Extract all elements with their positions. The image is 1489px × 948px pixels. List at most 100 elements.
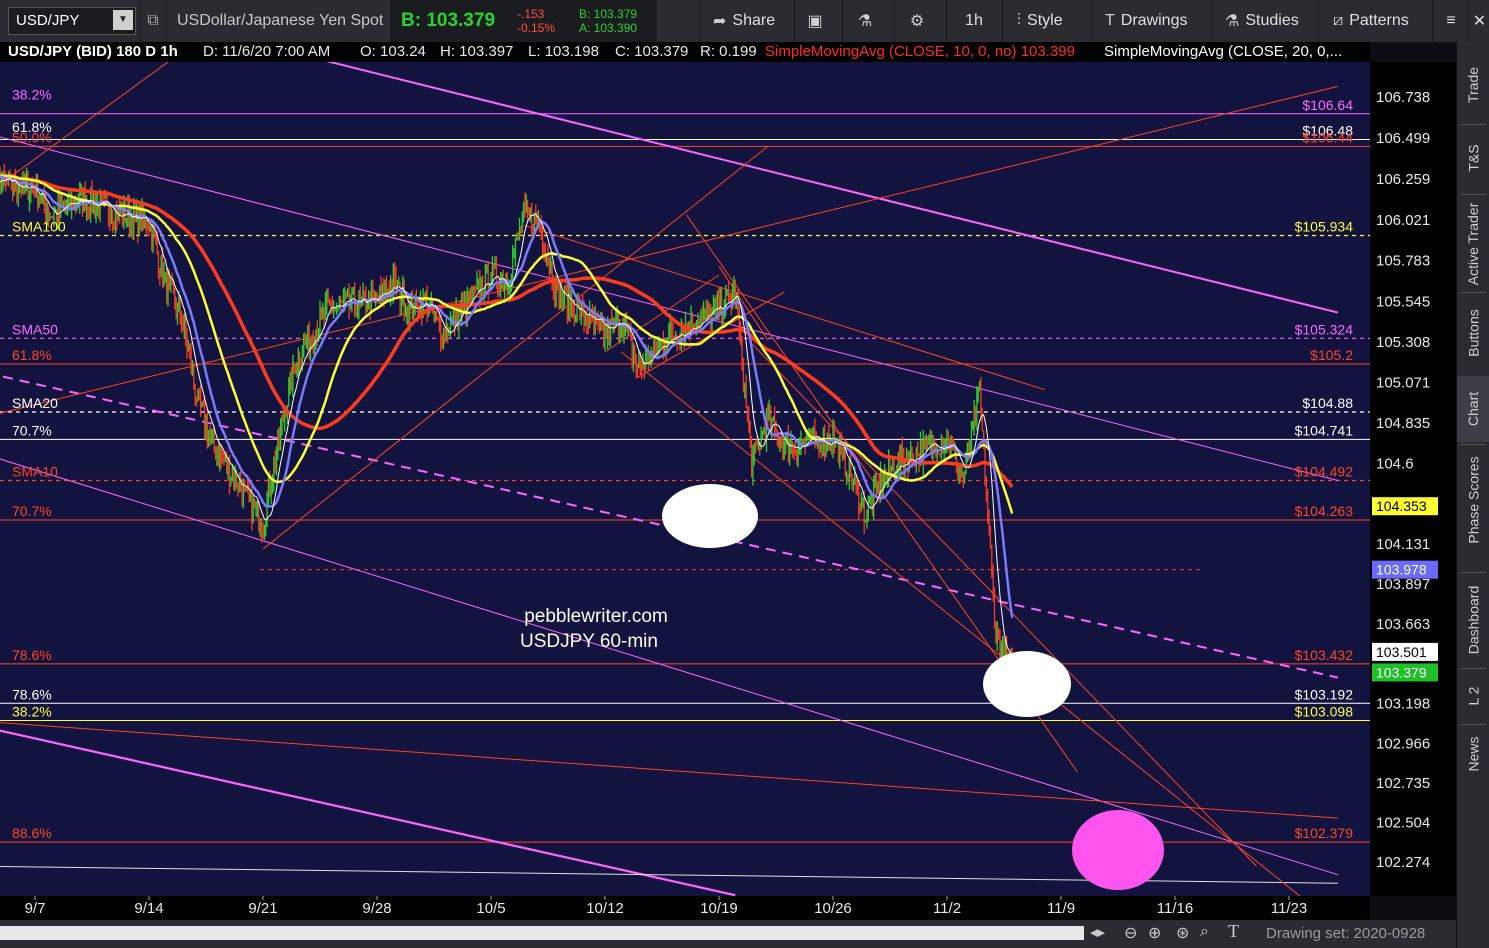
- flask-button[interactable]: ⚗: [842, 0, 893, 42]
- zoom-fit-icon[interactable]: ⊛: [1176, 923, 1189, 943]
- period-button[interactable]: 1h: [946, 0, 1001, 42]
- close-icon: ✕: [1472, 13, 1487, 30]
- price-tick-label: 106.021: [1376, 212, 1430, 229]
- highlight-ellipse: [662, 484, 758, 548]
- chart-title: USD/JPY (BID) 180 D 1h: [8, 43, 178, 60]
- price-label-right: $103.098: [1295, 703, 1354, 719]
- fib-label-left: SMA20: [12, 395, 58, 411]
- target-ellipse: [1072, 810, 1164, 890]
- gear-icon: ⚙: [909, 13, 925, 30]
- fib-label-left: 38.2%: [12, 87, 52, 103]
- date-info: D: 11/6/20 7:00 AM: [203, 43, 330, 60]
- watermark-site: pebblewriter.com: [524, 606, 668, 627]
- open-label: O:: [360, 43, 376, 60]
- price-label-right: $106.64: [1302, 97, 1353, 113]
- tab-buttons[interactable]: Buttons: [1457, 294, 1489, 372]
- tab-chart[interactable]: Chart: [1457, 376, 1489, 442]
- price-tick-label: 102.966: [1376, 735, 1430, 752]
- bottom-bar: ◂▸ ⊖ ⊕ ⊛ ⌕ T Drawing set: 2020-0928: [0, 920, 1456, 948]
- drawing-set-label: Drawing set: 2020-0928: [1266, 925, 1426, 942]
- tab-dashboard-label: Dashboard: [1465, 585, 1482, 655]
- tab-times-sales[interactable]: T&S: [1457, 126, 1489, 190]
- sma10-label: SimpleMovingAvg (CLOSE, 10, 0, no): [765, 43, 1017, 60]
- price-tick-label: 103.198: [1376, 696, 1430, 713]
- sma20-info: SimpleMovingAvg (CLOSE, 20, 0,...: [1104, 43, 1343, 60]
- chart-settings-button[interactable]: ▣: [794, 0, 841, 42]
- share-button[interactable]: ➦ Share: [700, 0, 805, 42]
- price-axis[interactable]: 106.738 106.499 106.259 106.021 105.783 105.5…: [1370, 62, 1456, 896]
- tab-active-trader[interactable]: Active Trader: [1457, 196, 1489, 292]
- range-value: 0.199: [719, 43, 757, 60]
- sma10-info: SimpleMovingAvg (CLOSE, 10, 0, no) 103.3…: [765, 43, 1075, 60]
- date-label: D:: [203, 43, 218, 60]
- link-icon[interactable]: ⧉: [140, 0, 165, 42]
- trend-line: [0, 85, 1338, 414]
- tab-news[interactable]: News: [1457, 726, 1489, 782]
- highlight-ellipse: [983, 651, 1071, 717]
- text-tool-icon[interactable]: T: [1228, 921, 1239, 942]
- price-tick-label: 106.499: [1376, 130, 1430, 147]
- time-tick-label: 10/12: [586, 900, 624, 917]
- tab-level2[interactable]: L 2: [1457, 670, 1489, 722]
- drawings-button[interactable]: T Drawings: [1092, 0, 1223, 42]
- bid-small: B: 103.379: [579, 7, 638, 21]
- low-info: L: 103.198: [528, 43, 599, 60]
- price-tick-label: 102.735: [1376, 775, 1430, 792]
- divider: [1461, 292, 1486, 293]
- menu-button[interactable]: ≡: [1432, 0, 1469, 42]
- studies-button[interactable]: ⚗ Studies: [1212, 0, 1329, 42]
- tab-dashboard[interactable]: Dashboard: [1457, 574, 1489, 666]
- magnifier-icon[interactable]: ⌕: [1200, 923, 1209, 941]
- tab-chart-label: Chart: [1465, 391, 1482, 427]
- patterns-icon: ⧄: [1333, 12, 1344, 29]
- symbol-selector[interactable]: USD/JPY ▼: [8, 7, 136, 35]
- tab-trade[interactable]: Trade: [1457, 50, 1489, 120]
- drawings-label: Drawings: [1120, 12, 1188, 29]
- study-info-bar: USD/JPY (BID) 180 D 1h D: 11/6/20 7:00 A…: [0, 42, 1370, 62]
- time-tick-label: 11/9: [1047, 900, 1075, 917]
- price-label-right: $105.2: [1310, 347, 1353, 363]
- price-label-right: $103.432: [1295, 647, 1354, 663]
- price-label-right: $104.88: [1302, 395, 1353, 411]
- divider: [1461, 724, 1486, 725]
- range-label: R:: [700, 43, 715, 60]
- style-button[interactable]: ⫶ Style: [1002, 0, 1105, 42]
- horizontal-scrollbar[interactable]: [0, 926, 1084, 940]
- time-tick-label: 9/14: [134, 900, 163, 917]
- close-label: C:: [615, 43, 630, 60]
- chevron-down-icon[interactable]: ▼: [113, 10, 133, 30]
- time-axis[interactable]: 9/7 9/14 9/21 9/28 10/5 10/12 10/19 10/26 11/2 11…: [0, 896, 1370, 920]
- trend-line: [0, 729, 736, 896]
- patterns-button[interactable]: ⧄ Patterns: [1318, 0, 1445, 42]
- patterns-label: Patterns: [1349, 12, 1409, 29]
- trend-line: [0, 136, 1338, 482]
- open-value: 103.24: [380, 43, 426, 60]
- trend-line: [326, 62, 1339, 314]
- scroll-left-icon[interactable]: ◂▸: [1090, 923, 1105, 941]
- divider: [1461, 124, 1486, 125]
- fib-label-left: 50.0%: [12, 129, 52, 145]
- fib-label-left: 88.6%: [12, 825, 52, 841]
- chart-plot-area[interactable]: pebblewriter.com USDJPY 60-min 38.2% 61.8% 5…: [0, 62, 1370, 896]
- zoom-in-icon[interactable]: ⊕: [1148, 923, 1161, 943]
- fib-label-left: 61.8%: [12, 347, 52, 363]
- price-label-right: $103.192: [1295, 686, 1354, 702]
- price-label-right: $102.379: [1295, 825, 1354, 841]
- zoom-out-icon[interactable]: ⊖: [1124, 923, 1137, 943]
- chart-svg: pebblewriter.com USDJPY 60-min 38.2% 61.8% 5…: [0, 62, 1370, 896]
- price-axis-svg: 106.738 106.499 106.259 106.021 105.783 105.5…: [1372, 89, 1438, 871]
- price-tick-label: 104.6: [1376, 455, 1414, 472]
- price-tick-label: 105.308: [1376, 334, 1430, 351]
- tab-times-sales-label: T&S: [1465, 144, 1482, 172]
- symbol-text: USD/JPY: [16, 12, 80, 29]
- divider: [1461, 572, 1486, 573]
- close-button[interactable]: ✕: [1468, 0, 1489, 42]
- tab-phase-scores-label: Phase Scores: [1465, 456, 1482, 544]
- tab-phase-scores[interactable]: Phase Scores: [1457, 448, 1489, 552]
- tab-trade-label: Trade: [1465, 66, 1482, 104]
- trend-line: [751, 343, 1257, 867]
- settings-button[interactable]: ⚙: [894, 0, 945, 42]
- trend-line: [523, 224, 1045, 391]
- right-sidebar: Trade T&S Active Trader Buttons Chart Ph…: [1456, 42, 1489, 948]
- price-badge-label: 103.978: [1376, 562, 1427, 578]
